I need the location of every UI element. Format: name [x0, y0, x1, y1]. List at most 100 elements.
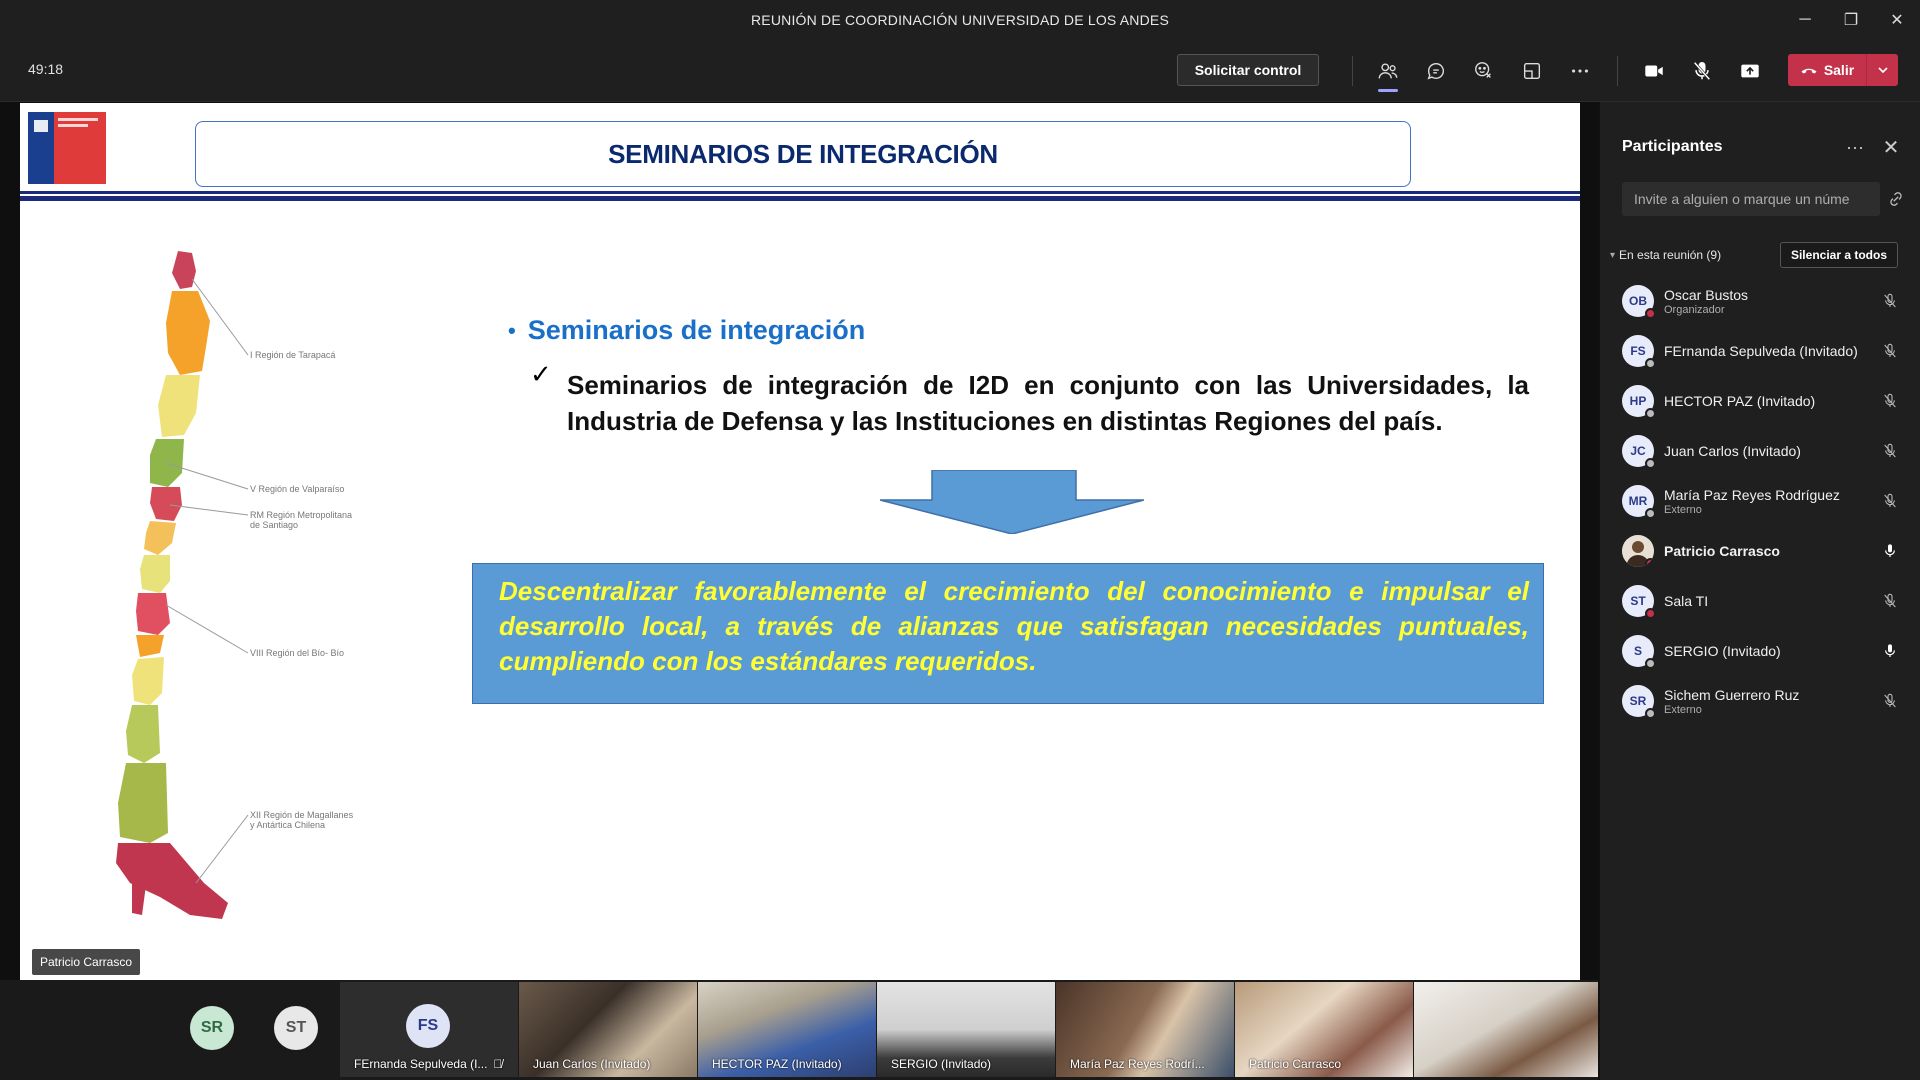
- video-tile[interactable]: Patricio Carrasco: [1235, 982, 1413, 1077]
- participant-row[interactable]: Patricio Carrasco: [1600, 526, 1920, 576]
- participant-info: Oscar Bustos Organizador: [1664, 287, 1884, 316]
- toolbar-divider: [1617, 56, 1618, 86]
- video-tile[interactable]: [1414, 982, 1598, 1077]
- share-screen-icon[interactable]: [1732, 54, 1768, 88]
- participant-list: OB Oscar Bustos Organizador FS FErnanda Sepu…: [1600, 276, 1920, 726]
- participant-info: SERGIO (Invitado): [1664, 643, 1884, 659]
- mic-off-icon[interactable]: [1684, 54, 1720, 88]
- participant-name: SERGIO (Invitado): [1664, 643, 1781, 659]
- tile-name: HECTOR PAZ (Invitado): [712, 1057, 842, 1071]
- restore-button[interactable]: ❐: [1828, 0, 1874, 40]
- tile-name: FErnanda Sepulveda (I...: [354, 1057, 488, 1071]
- participant-info: Sichem Guerrero Ruz Externo: [1664, 687, 1884, 716]
- link-icon[interactable]: [1884, 188, 1908, 210]
- slide-title: SEMINARIOS DE INTEGRACIÓN: [608, 138, 998, 169]
- mic-off-icon[interactable]: [1880, 341, 1900, 361]
- minimize-button[interactable]: ─: [1782, 0, 1828, 40]
- participant-row[interactable]: SR Sichem Guerrero Ruz Externo: [1600, 676, 1920, 726]
- camera-icon[interactable]: [1636, 54, 1672, 88]
- participant-avatar: ST: [1622, 585, 1656, 619]
- participant-bubble[interactable]: SR: [190, 1006, 234, 1050]
- participant-row[interactable]: JC Juan Carlos (Invitado): [1600, 426, 1920, 476]
- title-rule: [20, 196, 1580, 201]
- avatar-initials: ST: [1630, 594, 1646, 608]
- video-tile[interactable]: HECTOR PAZ (Invitado): [698, 982, 876, 1077]
- mic-off-icon[interactable]: [1880, 591, 1900, 611]
- slide-sub-point: Seminarios de integración de I2D en conj…: [567, 370, 1529, 436]
- participant-row[interactable]: FS FErnanda Sepulveda (Invitado): [1600, 326, 1920, 376]
- chevron-down-icon: ▾: [1610, 249, 1616, 261]
- bullet-text: Seminarios de integración: [527, 315, 866, 345]
- window-controls: ─ ❐ ✕: [1782, 0, 1920, 40]
- participant-info: Sala TI: [1664, 593, 1884, 609]
- tile-label: HECTOR PAZ (Invitado): [712, 1057, 842, 1071]
- tile-label: María Paz Reyes Rodrí...: [1070, 1057, 1205, 1071]
- participant-row[interactable]: S SERGIO (Invitado): [1600, 626, 1920, 676]
- close-window-button[interactable]: ✕: [1874, 0, 1920, 40]
- invite-input[interactable]: [1622, 182, 1880, 216]
- rooms-icon[interactable]: [1514, 54, 1550, 88]
- participant-bubble[interactable]: ST: [274, 1006, 318, 1050]
- leave-button[interactable]: Salir: [1788, 54, 1898, 86]
- bullet-dot: •: [508, 317, 516, 343]
- mic-on-icon[interactable]: [1880, 541, 1900, 561]
- section-label: En esta reunión (9): [1619, 248, 1722, 262]
- participant-avatar: SR: [1622, 685, 1656, 719]
- participant-row[interactable]: OB Oscar Bustos Organizador: [1600, 276, 1920, 326]
- presence-status-icon: [1645, 308, 1656, 319]
- shared-slide: SEMINARIOS DE INTEGRACIÓN I Región de Ta…: [20, 103, 1580, 980]
- video-tile[interactable]: Juan Carlos (Invitado): [519, 982, 697, 1077]
- mic-off-icon[interactable]: [1880, 491, 1900, 511]
- participant-row[interactable]: HP HECTOR PAZ (Invitado): [1600, 376, 1920, 426]
- map-label: y Antártica Chilena: [250, 820, 325, 830]
- in-meeting-section[interactable]: ▾ En esta reunión (9) Silenciar a todos: [1610, 242, 1910, 268]
- chevron-down-icon: [1877, 67, 1888, 74]
- participant-row[interactable]: ST Sala TI: [1600, 576, 1920, 626]
- participant-name: Sala TI: [1664, 593, 1709, 609]
- video-tile[interactable]: SERGIO (Invitado): [877, 982, 1055, 1077]
- participant-info: Juan Carlos (Invitado): [1664, 443, 1884, 459]
- mic-on-icon[interactable]: [1880, 641, 1900, 661]
- people-icon[interactable]: [1370, 54, 1406, 92]
- avatar-initials: OB: [1629, 294, 1647, 308]
- participant-name: Patricio Carrasco: [1664, 543, 1780, 559]
- mic-off-icon[interactable]: [1880, 691, 1900, 711]
- shared-content-stage: SEMINARIOS DE INTEGRACIÓN I Región de Ta…: [0, 102, 1598, 980]
- chat-icon[interactable]: [1418, 54, 1454, 88]
- participant-info: Patricio Carrasco: [1664, 543, 1884, 559]
- mute-all-button[interactable]: Silenciar a todos: [1779, 242, 1898, 268]
- panel-title: Participantes: [1622, 138, 1723, 155]
- participants-panel: Participantes ··· ✕ ▾ En esta reunión (9…: [1598, 102, 1920, 1080]
- mic-off-icon[interactable]: [1880, 291, 1900, 311]
- presence-status-icon: [1645, 558, 1654, 567]
- avatar-initials: SR: [1629, 694, 1647, 708]
- video-tile[interactable]: FS FErnanda Sepulveda (I... 🎙̸: [340, 982, 518, 1077]
- government-logo: [28, 112, 106, 184]
- request-control-button[interactable]: Solicitar control: [1177, 54, 1319, 86]
- more-icon[interactable]: [1562, 54, 1598, 88]
- video-tile[interactable]: María Paz Reyes Rodrí...: [1056, 982, 1234, 1077]
- tile-avatar: FS: [406, 1004, 450, 1048]
- presence-status-icon: [1645, 408, 1656, 419]
- leave-options-button[interactable]: [1866, 54, 1898, 86]
- teams-meeting-window: REUNIÓN DE COORDINACIÓN UNIVERSIDAD DE L…: [0, 0, 1920, 1080]
- leave-main[interactable]: Salir: [1788, 54, 1866, 86]
- mic-off-icon[interactable]: [1880, 441, 1900, 461]
- slide-bullet: • Seminarios de integración: [508, 315, 865, 346]
- tile-name: Patricio Carrasco: [1249, 1057, 1342, 1071]
- video-gallery-strip: SR ST FS FErnanda Sepulveda (I... 🎙̸ Juan…: [0, 980, 1598, 1080]
- close-panel-icon[interactable]: ✕: [1876, 132, 1906, 162]
- meeting-timer: 49:18: [28, 61, 64, 77]
- mic-off-icon[interactable]: [1880, 391, 1900, 411]
- window-title: REUNIÓN DE COORDINACIÓN UNIVERSIDAD DE L…: [751, 12, 1169, 28]
- slide-title-box: SEMINARIOS DE INTEGRACIÓN: [195, 121, 1411, 187]
- participant-role: Organizador: [1664, 303, 1725, 316]
- callout-text: Descentralizar favorablemente el crecimi…: [499, 576, 1529, 676]
- participant-row[interactable]: MR María Paz Reyes Rodríguez Externo: [1600, 476, 1920, 526]
- participant-info: María Paz Reyes Rodríguez Externo: [1664, 487, 1884, 516]
- slide-callout-box: Descentralizar favorablemente el crecimi…: [472, 563, 1544, 704]
- more-options-icon[interactable]: ···: [1840, 132, 1870, 162]
- avatar-initials: MR: [1628, 494, 1648, 508]
- reactions-icon[interactable]: [1466, 54, 1502, 88]
- participant-role: Externo: [1664, 503, 1702, 516]
